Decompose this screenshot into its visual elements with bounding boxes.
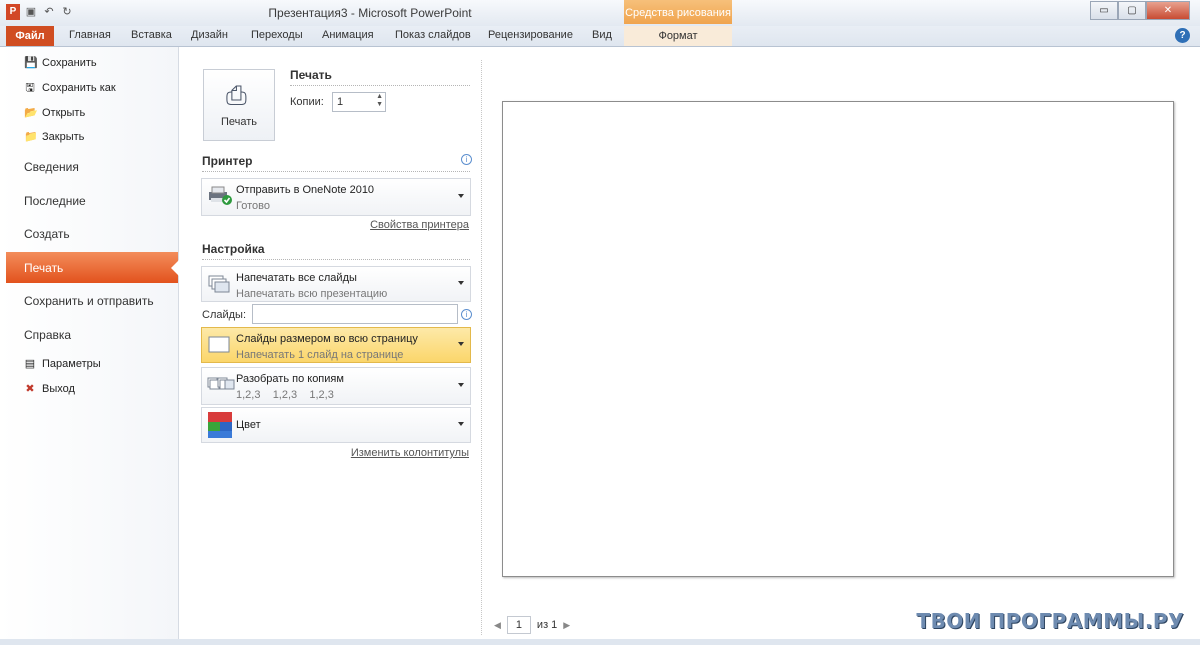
slides-range-dropdown[interactable]: Напечатать все слайды Напечатать всю пре… <box>201 266 471 302</box>
color-dropdown[interactable]: Цвет <box>201 407 471 443</box>
nav-exit-label: Выход <box>42 383 75 395</box>
nav-close-label: Закрыть <box>42 131 85 143</box>
options-icon: ▤ <box>24 358 36 370</box>
watermark-logo: ТВОИ ПРОГРАММЫ.РУ <box>916 609 1184 633</box>
nav-close[interactable]: 📁 Закрыть <box>24 131 84 143</box>
nav-exit[interactable]: ✖ Выход <box>24 383 75 395</box>
slides-range-subtitle: Напечатать всю презентацию <box>236 288 388 300</box>
nav-open-label: Открыть <box>42 107 86 119</box>
tab-transitions[interactable]: Переходы <box>251 29 303 41</box>
tab-view[interactable]: Вид <box>592 29 612 41</box>
nav-options[interactable]: ▤ Параметры <box>24 358 101 370</box>
info-icon[interactable]: i <box>461 154 472 165</box>
collate-icon <box>207 374 235 394</box>
preview-page <box>502 101 1174 577</box>
copies-stepper[interactable]: 1 ▲ ▼ <box>332 92 386 112</box>
help-icon[interactable]: ? <box>1175 28 1190 43</box>
open-folder-icon: 📂 <box>24 107 38 119</box>
divider <box>202 171 470 172</box>
print-section-title: Печать <box>290 68 332 82</box>
tab-insert[interactable]: Вставка <box>131 29 172 41</box>
collate-subtitle: 1,2,3 1,2,3 1,2,3 <box>236 389 334 401</box>
print-button-label: Печать <box>220 116 258 128</box>
nav-save-label: Сохранить <box>42 57 97 69</box>
tab-review[interactable]: Рецензирование <box>488 29 573 41</box>
layout-dropdown[interactable]: Слайды размером во всю страницу Напечата… <box>201 327 471 363</box>
layout-title: Слайды размером во всю страницу <box>236 333 418 345</box>
collate-dropdown[interactable]: Разобрать по копиям 1,2,3 1,2,3 1,2,3 <box>201 367 471 405</box>
tab-home[interactable]: Главная <box>69 29 111 41</box>
slides-input[interactable] <box>252 304 458 324</box>
printer-dropdown[interactable]: Отправить в OneNote 2010 Готово <box>201 178 471 216</box>
page-count-label: из 1 <box>536 619 558 631</box>
tab-file[interactable]: Файл <box>6 26 54 46</box>
save-icon: 💾 <box>24 57 38 69</box>
printer-icon: ⎙ <box>226 80 247 110</box>
nav-help[interactable]: Справка <box>24 328 71 342</box>
print-button[interactable]: ⎙ Печать <box>203 69 275 141</box>
tab-animations[interactable]: Анимация <box>322 29 374 41</box>
page-number-input[interactable]: 1 <box>506 616 531 634</box>
collate-title: Разобрать по копиям <box>236 373 344 385</box>
tab-design[interactable]: Дизайн <box>191 29 228 41</box>
previous-page-icon[interactable]: ◀ <box>494 620 501 631</box>
chevron-down-icon <box>458 422 464 426</box>
nav-save-send[interactable]: Сохранить и отправить <box>24 294 154 308</box>
backstage-nav: 💾 Сохранить 🖫 Сохранить как 📂 Открыть 📁 … <box>0 47 180 639</box>
layout-subtitle: Напечатать 1 слайд на странице <box>236 349 404 361</box>
chevron-down-icon <box>458 281 464 285</box>
color-title: Цвет <box>236 419 261 431</box>
slides-label: Слайды: <box>202 309 247 321</box>
printer-section-title: Принтер <box>202 154 253 168</box>
close-button[interactable]: ✕ <box>1146 1 1190 20</box>
save-as-icon: 🖫 <box>25 82 35 94</box>
nav-new[interactable]: Создать <box>24 227 70 241</box>
ribbon-tab-bar: Главная Вставка Дизайн Переходы Анимация… <box>0 26 1200 66</box>
printer-status: Готово <box>236 200 270 212</box>
nav-print[interactable]: Печать <box>6 252 178 283</box>
edit-header-footer-link[interactable]: Изменить колонтитулы <box>351 447 469 459</box>
nav-recent[interactable]: Последние <box>24 194 86 208</box>
close-folder-icon: 📁 <box>24 131 38 143</box>
printer-properties-link[interactable]: Свойства принтера <box>370 219 469 231</box>
nav-save-as-label: Сохранить как <box>42 82 116 94</box>
page-navigator: ◀ 1 из 1 ▶ <box>494 616 570 634</box>
copies-label: Копии: <box>290 96 324 108</box>
print-preview: ◀ 1 из 1 ▶ <box>482 47 1198 639</box>
minimize-button[interactable]: ▭ <box>1090 1 1118 20</box>
maximize-button[interactable]: ▢ <box>1118 1 1146 20</box>
nav-save-as[interactable]: 🖫 Сохранить как <box>24 82 116 94</box>
title-bar: P ▣ ↶ ↻ Презентация3 - Microsoft PowerPo… <box>0 0 1200 26</box>
exit-icon: ✖ <box>25 383 35 395</box>
copies-value: 1 <box>337 96 344 108</box>
tab-slide-show[interactable]: Показ слайдов <box>395 29 471 41</box>
nav-open[interactable]: 📂 Открыть <box>24 107 85 119</box>
chevron-down-icon <box>458 194 464 198</box>
slides-range-title: Напечатать все слайды <box>236 272 357 284</box>
status-bar <box>0 639 1200 645</box>
chevron-down-icon <box>458 383 464 387</box>
print-settings-panel: ⎙ Печать Печать Копии: 1 ▲ ▼ Принтер i От… <box>179 47 481 639</box>
nav-info[interactable]: Сведения <box>24 160 79 174</box>
info-icon[interactable]: i <box>461 309 472 320</box>
chevron-down-icon <box>458 342 464 346</box>
next-page-icon[interactable]: ▶ <box>563 620 570 631</box>
divider <box>202 259 470 260</box>
nav-save[interactable]: 💾 Сохранить <box>24 57 97 69</box>
nav-print-label: Печать <box>24 261 64 275</box>
context-tab-group-title: Средства рисования <box>624 0 732 24</box>
printer-ready-icon <box>207 185 232 205</box>
full-page-slide-icon <box>207 334 231 354</box>
slides-stack-icon <box>207 273 231 293</box>
printer-name: Отправить в OneNote 2010 <box>236 184 375 196</box>
settings-section-title: Настройка <box>202 242 265 256</box>
spin-arrows-icon[interactable]: ▲ ▼ <box>376 93 383 109</box>
nav-options-label: Параметры <box>42 358 101 370</box>
window-controls: ▭ ▢ ✕ <box>1090 1 1190 20</box>
tab-format[interactable]: Формат <box>624 26 732 46</box>
color-icon <box>207 411 233 439</box>
divider <box>290 85 470 86</box>
